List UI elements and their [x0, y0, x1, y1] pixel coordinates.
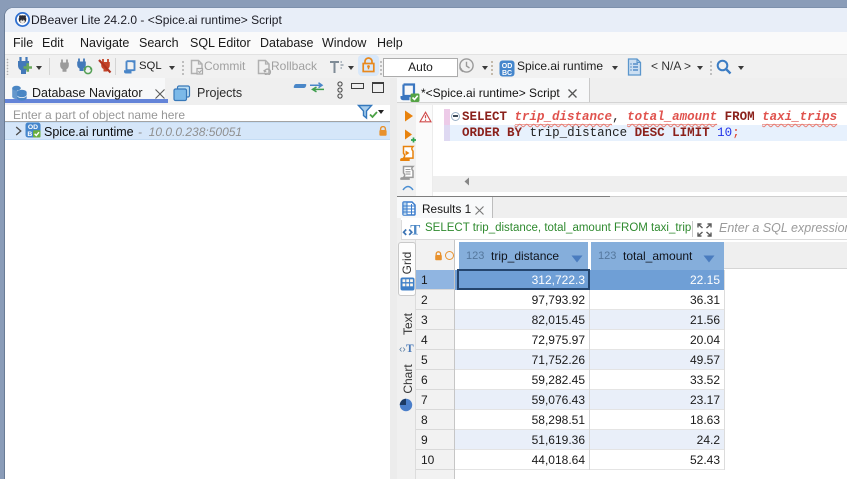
svg-text:T: T [410, 223, 420, 239]
svg-text:B: B [27, 131, 32, 138]
svg-text:OD: OD [502, 63, 513, 70]
svg-text:BC: BC [502, 70, 512, 77]
